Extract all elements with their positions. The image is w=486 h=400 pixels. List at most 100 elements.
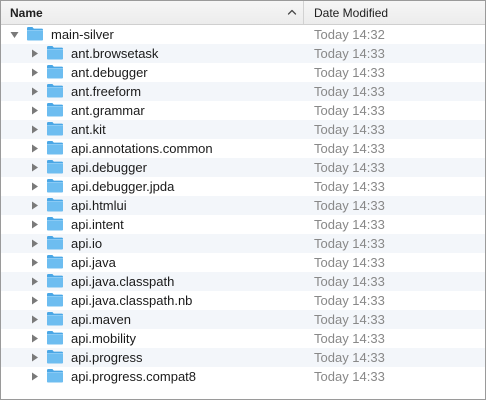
- item-date-modified: Today 14:33: [314, 236, 385, 251]
- disclosure-triangle-expanded-icon[interactable]: [9, 29, 20, 40]
- folder-icon: [46, 102, 64, 117]
- item-date-modified: Today 14:33: [314, 255, 385, 270]
- disclosure-triangle-collapsed-icon[interactable]: [29, 105, 40, 116]
- item-date-modified: Today 14:33: [314, 274, 385, 289]
- list-item[interactable]: ant.grammar Today 14:33: [1, 101, 485, 120]
- folder-icon: [46, 159, 64, 174]
- item-name: api.maven: [71, 312, 131, 327]
- item-name: api.annotations.common: [71, 141, 213, 156]
- date-modified-column-label: Date Modified: [314, 6, 389, 20]
- item-date-modified: Today 14:33: [314, 103, 385, 118]
- folder-icon: [46, 216, 64, 231]
- list-item[interactable]: api.java.classpath Today 14:33: [1, 272, 485, 291]
- disclosure-triangle-collapsed-icon[interactable]: [29, 124, 40, 135]
- item-name: api.java.classpath: [71, 274, 175, 289]
- item-date-modified: Today 14:33: [314, 217, 385, 232]
- item-date-modified: Today 14:33: [314, 331, 385, 346]
- column-header-bar: Name Date Modified: [1, 1, 485, 25]
- item-date-modified: Today 14:33: [314, 312, 385, 327]
- list-item[interactable]: api.java.classpath.nb Today 14:33: [1, 291, 485, 310]
- item-date-modified: Today 14:32: [314, 27, 385, 42]
- list-item[interactable]: api.maven Today 14:33: [1, 310, 485, 329]
- list-item[interactable]: api.debugger Today 14:33: [1, 158, 485, 177]
- item-name: api.java.classpath.nb: [71, 293, 193, 308]
- item-name: api.debugger.jpda: [71, 179, 175, 194]
- item-date-modified: Today 14:33: [314, 179, 385, 194]
- list-item[interactable]: api.intent Today 14:33: [1, 215, 485, 234]
- item-name: main-silver: [51, 27, 114, 42]
- item-date-modified: Today 14:33: [314, 350, 385, 365]
- list-item[interactable]: ant.kit Today 14:33: [1, 120, 485, 139]
- item-name: api.progress.compat8: [71, 369, 197, 384]
- list-item[interactable]: api.annotations.common Today 14:33: [1, 139, 485, 158]
- list-item[interactable]: ant.freeform Today 14:33: [1, 82, 485, 101]
- item-date-modified: Today 14:33: [314, 46, 385, 61]
- list-item[interactable]: ant.browsetask Today 14:33: [1, 44, 485, 63]
- folder-icon: [46, 235, 64, 250]
- disclosure-triangle-collapsed-icon[interactable]: [29, 86, 40, 97]
- folder-icon: [46, 273, 64, 288]
- folder-icon: [46, 140, 64, 155]
- folder-icon: [46, 368, 64, 383]
- disclosure-triangle-collapsed-icon[interactable]: [29, 352, 40, 363]
- item-name: ant.freeform: [71, 84, 142, 99]
- folder-icon: [46, 349, 64, 364]
- item-name: api.java: [71, 255, 116, 270]
- item-name: api.debugger: [71, 160, 147, 175]
- file-list: main-silver Today 14:32 ant.browsetask Toda…: [1, 25, 485, 399]
- list-item[interactable]: api.htmlui Today 14:33: [1, 196, 485, 215]
- item-name: ant.kit: [71, 122, 106, 137]
- disclosure-triangle-collapsed-icon[interactable]: [29, 219, 40, 230]
- item-date-modified: Today 14:33: [314, 198, 385, 213]
- disclosure-triangle-collapsed-icon[interactable]: [29, 276, 40, 287]
- item-date-modified: Today 14:33: [314, 369, 385, 384]
- item-name: api.mobility: [71, 331, 137, 346]
- chevron-up-icon[interactable]: [286, 6, 298, 18]
- disclosure-triangle-collapsed-icon[interactable]: [29, 181, 40, 192]
- item-name: ant.debugger: [71, 65, 148, 80]
- name-column-header[interactable]: Name: [1, 1, 304, 24]
- folder-icon: [46, 83, 64, 98]
- date-modified-column-header[interactable]: Date Modified: [304, 1, 485, 24]
- item-name: api.io: [71, 236, 103, 251]
- disclosure-triangle-collapsed-icon[interactable]: [29, 200, 40, 211]
- item-name: api.intent: [71, 217, 124, 232]
- item-date-modified: Today 14:33: [314, 141, 385, 156]
- folder-icon: [26, 26, 44, 41]
- list-item[interactable]: api.java Today 14:33: [1, 253, 485, 272]
- list-item[interactable]: api.debugger.jpda Today 14:33: [1, 177, 485, 196]
- item-name: api.htmlui: [71, 198, 127, 213]
- folder-icon: [46, 121, 64, 136]
- folder-icon: [46, 311, 64, 326]
- disclosure-triangle-collapsed-icon[interactable]: [29, 333, 40, 344]
- list-item[interactable]: api.mobility Today 14:33: [1, 329, 485, 348]
- item-name: api.progress: [71, 350, 143, 365]
- folder-icon: [46, 330, 64, 345]
- list-item[interactable]: main-silver Today 14:32: [1, 25, 485, 44]
- item-date-modified: Today 14:33: [314, 293, 385, 308]
- disclosure-triangle-collapsed-icon[interactable]: [29, 143, 40, 154]
- disclosure-triangle-collapsed-icon[interactable]: [29, 257, 40, 268]
- list-item[interactable]: ant.debugger Today 14:33: [1, 63, 485, 82]
- list-item[interactable]: api.io Today 14:33: [1, 234, 485, 253]
- list-item[interactable]: api.progress.compat8 Today 14:33: [1, 367, 485, 386]
- folder-icon: [46, 254, 64, 269]
- folder-icon: [46, 45, 64, 60]
- disclosure-triangle-collapsed-icon[interactable]: [29, 371, 40, 382]
- disclosure-triangle-collapsed-icon[interactable]: [29, 314, 40, 325]
- disclosure-triangle-collapsed-icon[interactable]: [29, 238, 40, 249]
- folder-icon: [46, 197, 64, 212]
- folder-icon: [46, 292, 64, 307]
- item-name: ant.grammar: [71, 103, 145, 118]
- disclosure-triangle-collapsed-icon[interactable]: [29, 295, 40, 306]
- item-name: ant.browsetask: [71, 46, 159, 61]
- disclosure-triangle-collapsed-icon[interactable]: [29, 48, 40, 59]
- list-item[interactable]: api.progress Today 14:33: [1, 348, 485, 367]
- name-column-label: Name: [10, 6, 43, 20]
- folder-icon: [46, 64, 64, 79]
- finder-list-window: Name Date Modified main-silver Today 14:3…: [0, 0, 486, 400]
- folder-icon: [46, 178, 64, 193]
- disclosure-triangle-collapsed-icon[interactable]: [29, 67, 40, 78]
- disclosure-triangle-collapsed-icon[interactable]: [29, 162, 40, 173]
- item-date-modified: Today 14:33: [314, 65, 385, 80]
